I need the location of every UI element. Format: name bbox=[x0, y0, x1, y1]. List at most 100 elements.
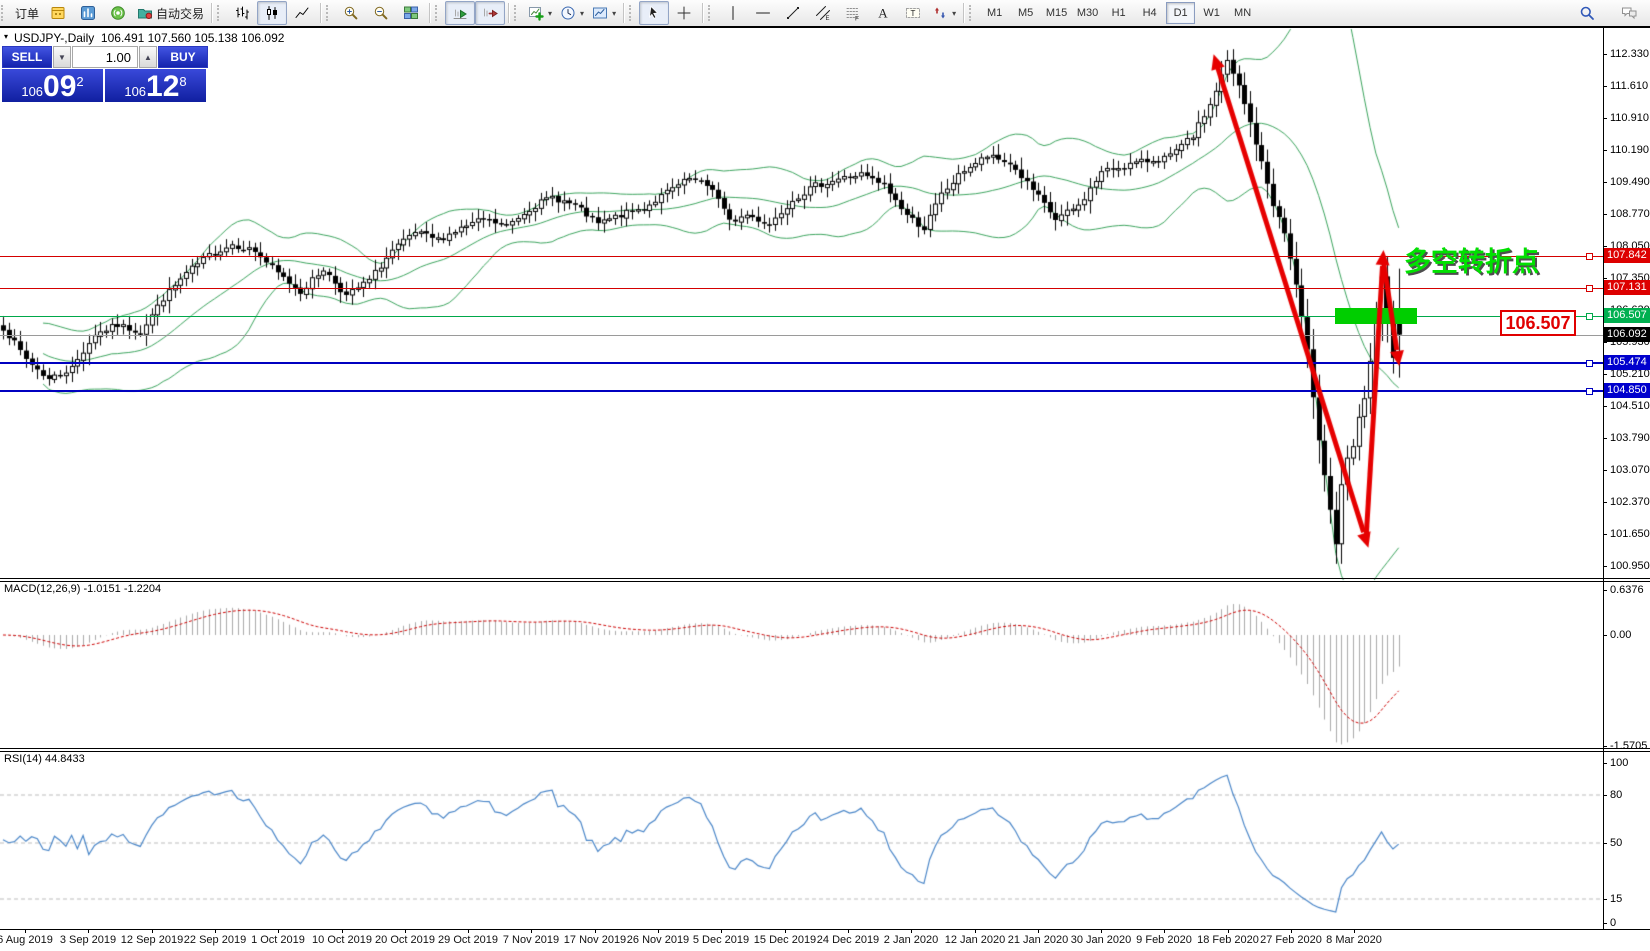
text-label-button[interactable]: T bbox=[898, 1, 928, 25]
timeframe-m15[interactable]: M15 bbox=[1042, 2, 1071, 24]
zoom-in-button[interactable] bbox=[336, 1, 366, 25]
timeframe-w1[interactable]: W1 bbox=[1197, 2, 1226, 24]
time-axis-tick bbox=[468, 929, 469, 933]
horizontal-line-button[interactable] bbox=[748, 1, 778, 25]
time-axis-tick bbox=[848, 929, 849, 933]
price-axis-label: 103.790 bbox=[1610, 432, 1650, 444]
autotrade-button[interactable]: 自动交易 bbox=[133, 1, 208, 25]
candlestick-chart-button[interactable] bbox=[257, 1, 287, 25]
pivot-line-handle[interactable] bbox=[1586, 313, 1593, 320]
support-line-2-handle[interactable] bbox=[1586, 388, 1593, 395]
highlight-rectangle[interactable] bbox=[1335, 308, 1417, 324]
panel-divider[interactable] bbox=[0, 748, 1650, 749]
svg-text:F: F bbox=[855, 16, 859, 22]
panel-divider[interactable] bbox=[0, 578, 1650, 579]
volume-decrease-button[interactable]: ▼ bbox=[53, 46, 71, 68]
price-axis-tick bbox=[1603, 118, 1607, 119]
market-watch-button[interactable] bbox=[73, 1, 103, 25]
toolbar-separator bbox=[211, 3, 213, 23]
volume-increase-button[interactable]: ▲ bbox=[139, 46, 157, 68]
cursor-button[interactable] bbox=[639, 1, 669, 25]
periods-button[interactable]: ▾ bbox=[556, 1, 588, 25]
toolbar-separator bbox=[963, 3, 965, 23]
cursor-icon bbox=[646, 5, 662, 21]
support-line-2[interactable] bbox=[0, 390, 1603, 392]
sell-price-box[interactable]: 106092 bbox=[2, 69, 103, 102]
resistance-line-2-handle[interactable] bbox=[1586, 285, 1593, 292]
timeframe-mn[interactable]: MN bbox=[1228, 2, 1257, 24]
channel-button[interactable]: E bbox=[808, 1, 838, 25]
price-axis-tick bbox=[1603, 278, 1607, 279]
chat-button[interactable] bbox=[1614, 1, 1644, 25]
crosshair-button[interactable] bbox=[669, 1, 699, 25]
new-order-button-label: 订单 bbox=[15, 5, 39, 22]
dropdown-arrow-icon: ▾ bbox=[580, 9, 584, 18]
price-axis-tick bbox=[1603, 150, 1607, 151]
price-axis-tick bbox=[1603, 246, 1607, 247]
timeframe-h4[interactable]: H4 bbox=[1135, 2, 1164, 24]
resistance-line-2[interactable] bbox=[0, 288, 1603, 289]
resistance-line-1-handle[interactable] bbox=[1586, 253, 1593, 260]
toolbar-grip bbox=[1, 5, 8, 21]
bar-chart-button[interactable] bbox=[227, 1, 257, 25]
signals-button[interactable] bbox=[103, 1, 133, 25]
economic-calendar-button[interactable] bbox=[43, 1, 73, 25]
trendline-button[interactable] bbox=[778, 1, 808, 25]
time-axis-tick bbox=[595, 929, 596, 933]
line-chart-button[interactable] bbox=[287, 1, 317, 25]
buy-button[interactable]: BUY bbox=[158, 46, 208, 68]
price-axis-label: 108.770 bbox=[1610, 208, 1650, 220]
timeframe-m30[interactable]: M30 bbox=[1073, 2, 1102, 24]
timeframe-d1[interactable]: D1 bbox=[1166, 2, 1195, 24]
toolbar-grip bbox=[217, 5, 224, 21]
auto-scroll-button[interactable] bbox=[445, 1, 475, 25]
time-axis-tick bbox=[215, 929, 216, 933]
bid-price-line bbox=[0, 335, 1603, 336]
search-button[interactable] bbox=[1572, 1, 1602, 25]
templates-button[interactable]: ▾ bbox=[588, 1, 620, 25]
text-button[interactable]: A bbox=[868, 1, 898, 25]
toolbar-grip bbox=[708, 5, 715, 21]
toolbar-grip bbox=[326, 5, 333, 21]
timeframe-m15-label: M15 bbox=[1046, 7, 1067, 19]
indicators-button[interactable]: ▾ bbox=[524, 1, 556, 25]
vertical-line-button[interactable] bbox=[718, 1, 748, 25]
timeframe-m5[interactable]: M5 bbox=[1011, 2, 1040, 24]
toolbar-separator bbox=[623, 3, 625, 23]
panel-divider[interactable] bbox=[0, 581, 1650, 582]
buy-price-box[interactable]: 106128 bbox=[105, 69, 206, 102]
time-axis-tick bbox=[721, 929, 722, 933]
buy-price-sup: 8 bbox=[179, 74, 186, 89]
rsi-axis-tick bbox=[1603, 899, 1607, 900]
zoom-out-button[interactable] bbox=[366, 1, 396, 25]
new-order-button[interactable]: 订单 bbox=[11, 1, 43, 25]
volume-input[interactable]: 1.00 bbox=[72, 46, 138, 68]
time-axis-tick bbox=[531, 929, 532, 933]
time-axis-tick bbox=[658, 929, 659, 933]
arrows-button[interactable]: ▾ bbox=[928, 1, 960, 25]
support-line-1-handle[interactable] bbox=[1586, 360, 1593, 367]
macd-axis-tick bbox=[1603, 590, 1607, 591]
chart-shift-button[interactable] bbox=[475, 1, 505, 25]
fibonacci-button[interactable]: F bbox=[838, 1, 868, 25]
crosshair-icon bbox=[676, 5, 692, 21]
indicators-icon bbox=[528, 5, 544, 21]
price-callout[interactable]: 106.507 bbox=[1500, 310, 1576, 336]
timeframe-h1[interactable]: H1 bbox=[1104, 2, 1133, 24]
zoom-out-icon bbox=[373, 5, 389, 21]
support-line-1[interactable] bbox=[0, 362, 1603, 364]
time-axis-tick bbox=[1228, 929, 1229, 933]
tile-windows-button[interactable] bbox=[396, 1, 426, 25]
annotation-text[interactable]: 多空转折点 bbox=[1404, 240, 1539, 279]
resistance-line-1-price-badge: 107.842 bbox=[1604, 248, 1650, 263]
price-axis-label: 109.490 bbox=[1610, 176, 1650, 188]
timeframe-mn-label: MN bbox=[1234, 7, 1251, 19]
price-chart-canvas[interactable] bbox=[0, 0, 1650, 951]
auto-scroll-icon bbox=[452, 5, 468, 21]
timeframe-m1[interactable]: M1 bbox=[980, 2, 1009, 24]
bid-price-badge: 106.092 bbox=[1604, 327, 1650, 342]
panel-divider[interactable] bbox=[0, 751, 1650, 752]
sell-button[interactable]: SELL bbox=[2, 46, 52, 68]
time-axis-tick bbox=[1291, 929, 1292, 933]
resistance-line-1[interactable] bbox=[0, 256, 1603, 257]
